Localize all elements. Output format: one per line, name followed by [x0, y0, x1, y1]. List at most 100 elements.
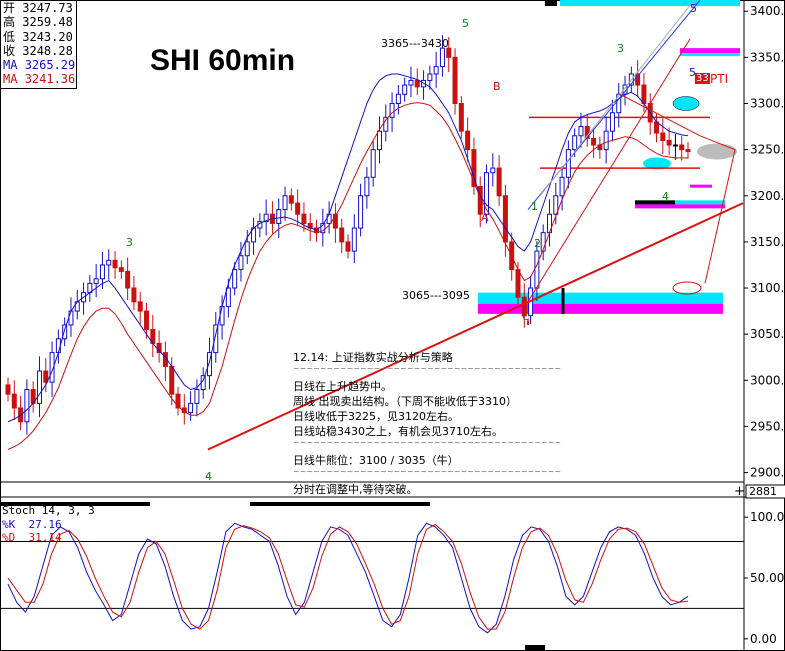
note-divider-3: ~~~~~~~~~~~~~~~~~~~~~~~~~~~~~~~~~~~~~~~~ [293, 467, 562, 476]
candle-body [364, 176, 370, 197]
note-line-5: 日线牛熊位：3100 / 3035（牛） [293, 454, 459, 467]
candle-body [414, 79, 420, 88]
candle-body [244, 241, 250, 257]
candle-body [679, 144, 685, 151]
wave-1-label: 1 [531, 200, 538, 213]
stoch-legend: Stoch 14, 3, 3 %K 27.16 %D 31.14 [2, 504, 95, 545]
top-band-magenta [680, 48, 740, 54]
stoch-footer-bar [525, 645, 545, 651]
candle-body [685, 149, 691, 152]
candle-body [666, 139, 672, 146]
stoch-panel: 0.00 50.00 100.0 [0, 502, 784, 651]
crosshair-icon: + [734, 484, 745, 499]
candle-body [24, 389, 30, 423]
price-tick-label: 3250. [750, 143, 784, 157]
stoch-tick-label: 0.00 [750, 632, 777, 646]
wave-2-label: 2 [534, 237, 541, 250]
top-band-dark [545, 0, 557, 6]
candle-body [68, 310, 74, 326]
stoch-lines [7, 522, 689, 634]
candle-body [326, 213, 332, 224]
candle-body [433, 66, 439, 75]
candle-body [427, 73, 433, 81]
candle-body [144, 310, 150, 331]
candle-body [358, 195, 364, 229]
candle-body [5, 384, 11, 395]
note-divider: ~~~~~~~~~~~~~~~~~~~~~~~~~~~~~~~~~~~~~~~~ [293, 364, 562, 373]
candle-body [654, 121, 660, 134]
candle-body [609, 112, 615, 132]
current-price-label: 2881 [749, 485, 777, 498]
ellipse-cyan-top [672, 96, 700, 111]
candle-body [106, 259, 112, 266]
wave-3-right-label: 3 [617, 42, 624, 55]
analysis-note: 12.14: 上证指数实战分析与策略 ~~~~~~~~~~~~~~~~~~~~~… [293, 350, 593, 496]
low-readout: 低 3243.20 [3, 29, 73, 44]
candle-body [458, 102, 464, 132]
note-line-2: 周线 出现卖出结构。（下周不能收低于3310） [293, 395, 517, 408]
chart-window: { "chart_data": [ { "type": "candlestick… [0, 0, 785, 651]
candle-body [395, 93, 401, 104]
candle-body [402, 84, 408, 95]
candle-body [578, 126, 584, 137]
note-divider-2: ~~~~~~~~~~~~~~~~~~~~~~~~~~~~~~~~~~~~~~~~ [293, 438, 562, 447]
note-line-4: 日线站稳3430之上，有机会见3710左右。 [293, 425, 503, 438]
candle-body [515, 269, 521, 298]
price-tick-label: 3000. [750, 373, 784, 387]
target-band-dark [635, 200, 675, 205]
wave-C-label: C [522, 310, 530, 323]
candle-body [99, 264, 105, 280]
candle-body [125, 270, 131, 289]
candle-body [559, 176, 565, 197]
price-tick-label: 3400. [750, 4, 784, 18]
wave-4-right-label: 4 [662, 190, 669, 203]
wave-3-left-label: 3 [126, 236, 133, 249]
candle-body [660, 132, 666, 141]
candle-body [301, 213, 307, 224]
stoch-d-line [7, 523, 689, 630]
candle-body [282, 195, 288, 211]
candle-body [112, 259, 118, 269]
candle-body [219, 305, 225, 326]
candle-body [465, 130, 471, 151]
candle-body [572, 135, 578, 151]
top-band-cyan [560, 0, 740, 6]
candle-body [452, 56, 458, 104]
projection-path [619, 93, 736, 284]
stoch-k-line [7, 522, 689, 634]
pti-label: PTI [710, 72, 729, 86]
price-tick-label: 3200. [750, 189, 784, 203]
candle-body [565, 149, 571, 178]
ma-slow-readout: MA 3241.36 [3, 72, 76, 87]
open-readout: 开 3247.73 [3, 1, 73, 15]
candle-body [118, 267, 124, 272]
candle-body [93, 278, 99, 284]
candle-body [11, 393, 17, 409]
wave-B-label: B [493, 80, 501, 93]
candle-body [288, 195, 294, 204]
candle-body [232, 269, 238, 289]
candle-body [345, 241, 351, 252]
candle-body [131, 287, 137, 303]
range-low-label: 3065---3095 [402, 289, 470, 302]
stoch-k-readout: %K 27.16 [2, 517, 62, 531]
ellipse-target [672, 281, 702, 295]
note-title: 12.14: 上证指数实战分析与策略 [293, 351, 453, 364]
pti-box: 33 [695, 73, 710, 84]
candle-body [672, 144, 678, 147]
note-line-3: 日线收低于3225，见3120左右。 [293, 410, 459, 423]
candle-body [276, 209, 282, 224]
high-readout: 高 3259.48 [3, 15, 73, 30]
wave-5-label: 5 [462, 17, 469, 30]
ellipse-gray [697, 143, 737, 160]
candle-body [295, 202, 301, 215]
stoch-header-bar-mid [250, 502, 430, 506]
ma-fast-readout: MA 3265.29 [3, 58, 76, 73]
candle-body [534, 250, 540, 289]
candle-body [194, 389, 200, 404]
candlestick-chart: 2900.2950.3000.3050.3100.3150.3200.3250.… [0, 0, 785, 651]
wave-4-label: 4 [205, 470, 212, 483]
candle-body [238, 255, 244, 271]
candle-body [591, 138, 597, 146]
price-tick-label: 3100. [750, 281, 784, 295]
